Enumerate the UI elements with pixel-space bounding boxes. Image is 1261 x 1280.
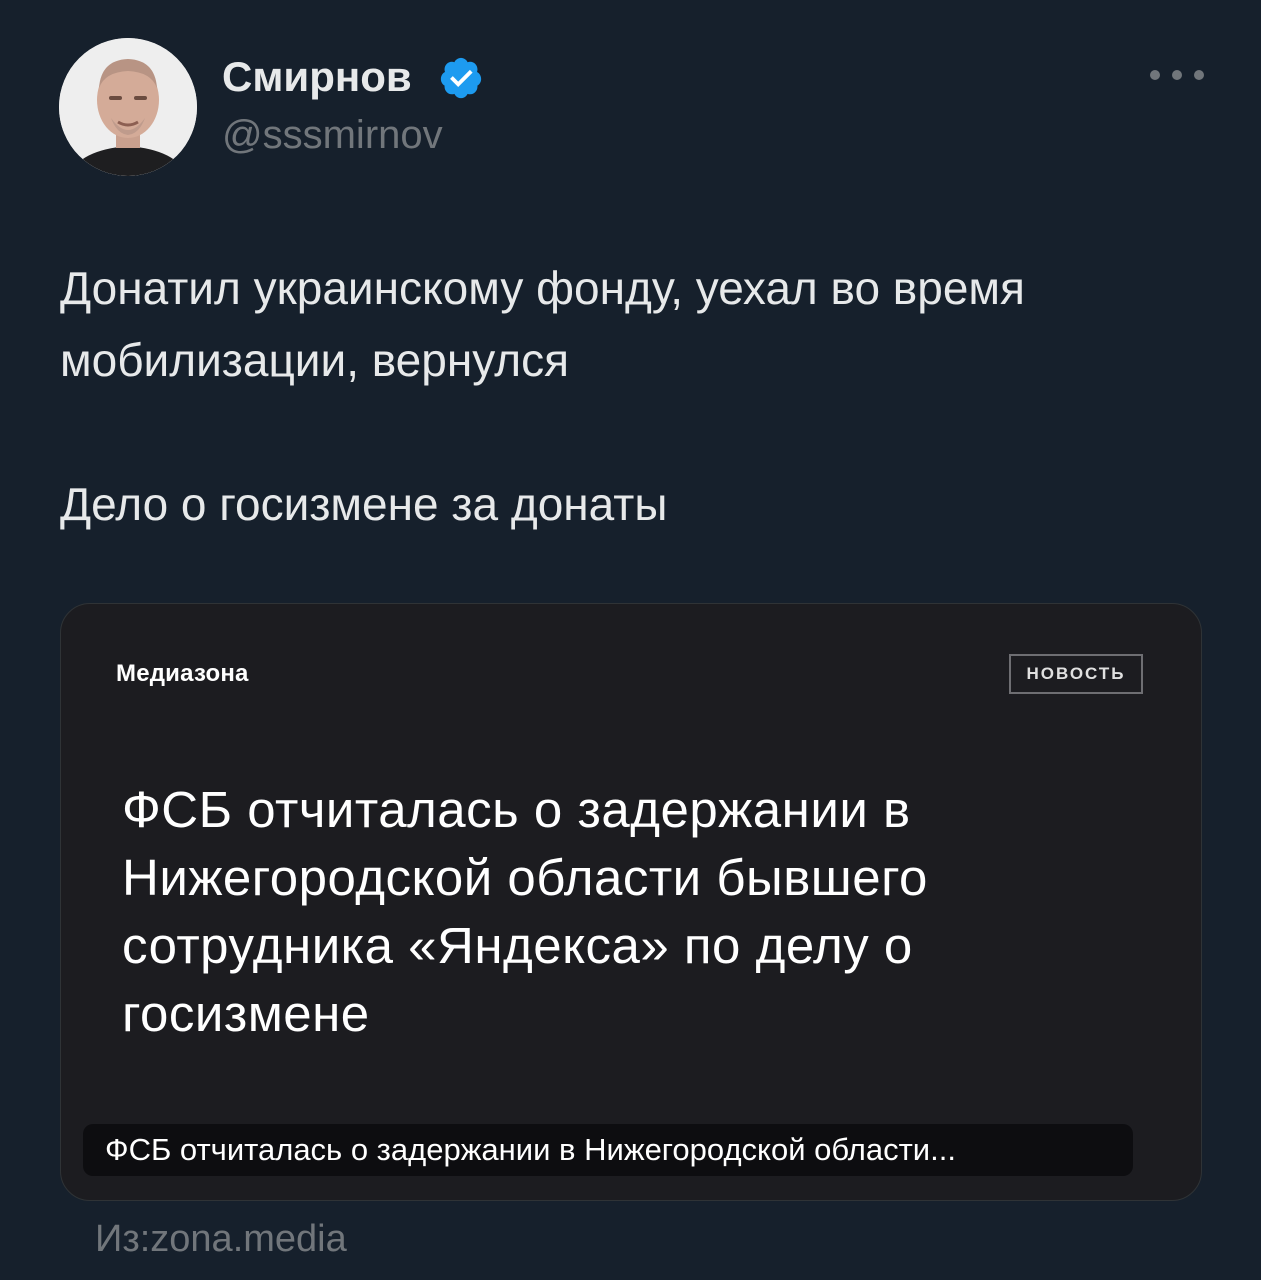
card-title-overlay: ФСБ отчиталась о задержании в Нижегородс… [83,1124,1133,1176]
avatar-photo-icon [59,38,197,176]
link-source[interactable]: Из:zona.media [95,1214,347,1264]
avatar[interactable] [59,38,197,176]
publisher-logo: Медиазона [116,660,249,687]
more-options-icon[interactable] [1150,60,1204,90]
tweet-text: Донатил украинскому фонду, уехал во врем… [60,252,1220,540]
verified-badge-icon [440,57,482,99]
user-handle[interactable]: @sssmirnov [222,111,443,159]
link-preview-card[interactable]: Медиазона НОВОСТЬ ФСБ отчиталась о задер… [60,603,1202,1201]
dot-icon [1150,70,1160,80]
display-name[interactable]: Смирнов [222,52,412,102]
tweet-text-line: Донатил украинскому фонду, уехал во врем… [60,262,1025,386]
dot-icon [1172,70,1182,80]
tweet-text-line: Дело о госизмене за донаты [60,478,668,530]
card-headline: ФСБ отчиталась о задержании в Нижегородс… [122,781,928,1042]
news-badge: НОВОСТЬ [1009,654,1143,694]
dot-icon [1194,70,1204,80]
